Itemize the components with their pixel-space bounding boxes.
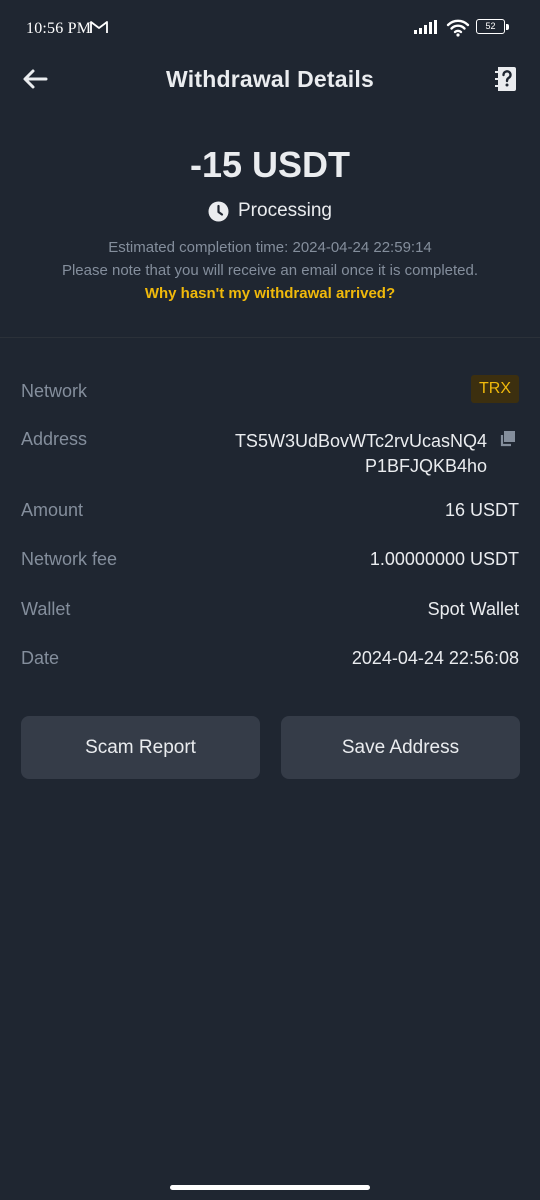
status-label: Processing <box>238 200 332 221</box>
withdrawal-amount: -15 USDT <box>189 144 351 185</box>
save-address-button[interactable]: Save Address <box>281 716 520 779</box>
date-value: 2024-04-24 22:56:08 <box>351 648 519 668</box>
amount-value: 16 USDT <box>444 500 519 520</box>
estimated-completion-text: Estimated completion time: 2024-04-24 22… <box>108 239 432 256</box>
signal-icon <box>414 20 437 34</box>
copy-icon[interactable] <box>499 431 515 447</box>
scam-report-button[interactable]: Scam Report <box>21 716 260 779</box>
network-fee-value: 1.00000000 USDT <box>369 549 519 569</box>
network-badge: TRX <box>471 375 519 403</box>
date-label: Date <box>21 648 60 668</box>
wallet-value: Spot Wallet <box>427 599 519 619</box>
divider <box>0 337 540 338</box>
address-line-2: P1BFJQKB4ho <box>364 456 487 476</box>
address-label: Address <box>21 429 88 449</box>
page-title: Withdrawal Details <box>166 66 374 92</box>
status-time: 10:56 PM <box>26 20 92 37</box>
battery-icon: 52 <box>476 19 510 36</box>
address-line-1: TS5W3UdBovWTc2rvUcasNQ4 <box>234 431 487 451</box>
header: Withdrawal Details <box>0 56 540 102</box>
email-note-text: Please note that you will receive an ema… <box>61 262 479 279</box>
network-label: Network <box>21 381 88 401</box>
wallet-label: Wallet <box>21 599 71 619</box>
battery-level: 52 <box>485 21 496 31</box>
amount-label: Amount <box>21 500 84 520</box>
clock-icon <box>208 201 229 221</box>
address-value: TS5W3UdBovWTc2rvUcasNQ4 P1BFJQKB4ho <box>219 429 519 479</box>
network-fee-label: Network fee <box>21 549 118 569</box>
status-bar: 10:56 PM 52 <box>0 0 540 60</box>
why-not-arrived-link[interactable]: Why hasn't my withdrawal arrived? <box>0 285 540 302</box>
home-indicator[interactable] <box>170 1185 370 1190</box>
status-row: Processing <box>0 200 540 222</box>
gmail-icon <box>90 21 108 33</box>
help-document-icon[interactable] <box>494 66 518 92</box>
wifi-icon <box>446 19 470 37</box>
